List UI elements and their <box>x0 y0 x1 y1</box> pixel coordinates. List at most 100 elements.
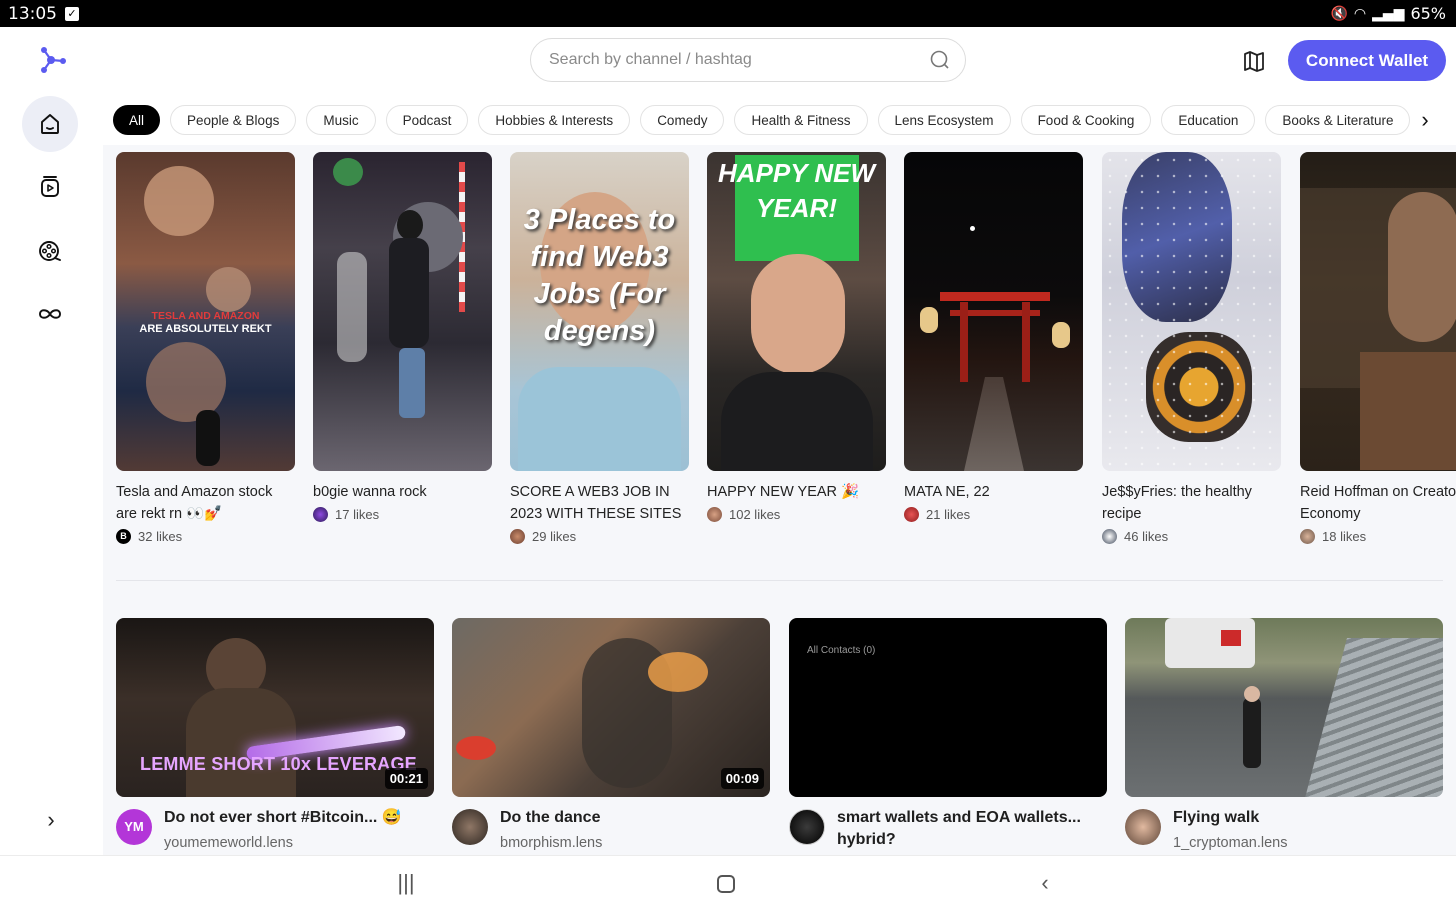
category-chip[interactable]: Health & Fitness <box>734 105 868 135</box>
short-title[interactable]: SCORE A WEB3 JOB IN 2023 WITH THESE SITE… <box>510 481 689 525</box>
category-chip[interactable]: Comedy <box>640 105 725 135</box>
status-bar: 13:05 ✓ 🔇 ◠ ▂▄▆ 65% <box>0 0 1456 27</box>
short-card[interactable]: Reid Hoffman on Creator Economy 18 likes <box>1300 152 1456 544</box>
sidebar-item-home[interactable] <box>22 96 78 152</box>
short-likes: 102 likes <box>729 507 781 522</box>
channel-avatar[interactable] <box>1125 809 1161 845</box>
sidebar: › <box>0 95 103 855</box>
short-meta: 21 likes <box>904 507 1083 522</box>
user-avatar[interactable] <box>313 507 328 522</box>
recent-apps-icon[interactable]: ||| <box>391 871 421 895</box>
category-chip[interactable]: Lens Ecosystem <box>877 105 1011 135</box>
sidebar-item-explore[interactable] <box>22 223 78 279</box>
short-card[interactable]: b0gie wanna rock 17 likes <box>313 152 492 522</box>
category-chip[interactable]: People & Blogs <box>170 105 297 135</box>
short-title[interactable]: Je$$yFries: the healthy recipe <box>1102 481 1281 525</box>
video-overlay-text: All Contacts (0) <box>807 645 876 656</box>
app-logo-icon[interactable] <box>36 44 68 76</box>
short-card[interactable]: HAPPY NEW YEAR! HAPPY NEW YEAR 🎉 102 lik… <box>707 152 886 522</box>
video-icon <box>41 176 59 197</box>
channel-avatar[interactable] <box>789 809 825 845</box>
user-avatar[interactable] <box>707 507 722 522</box>
category-next-chevron-icon[interactable]: › <box>1410 108 1440 134</box>
short-meta: 18 likes <box>1300 529 1456 544</box>
section-divider <box>116 580 1443 581</box>
video-card[interactable]: All Contacts (0) smart wallets and EOA w… <box>789 618 1107 851</box>
system-nav-bar: ||| ‹ <box>0 855 1456 910</box>
short-meta: 46 likes <box>1102 529 1281 544</box>
short-card[interactable]: TESLA AND AMAZON ARE ABSOLUTELY REKT Tes… <box>116 152 295 544</box>
status-time: 13:05 <box>8 3 57 24</box>
channel-avatar[interactable] <box>452 809 488 845</box>
search-bar[interactable] <box>530 38 966 82</box>
short-likes: 29 likes <box>532 529 577 544</box>
category-chip[interactable]: Podcast <box>385 105 469 135</box>
video-card[interactable]: LEMME SHORT 10x LEVERAGE 00:21 YM Do not… <box>116 618 434 851</box>
short-title[interactable]: HAPPY NEW YEAR 🎉 <box>707 481 886 503</box>
short-thumbnail[interactable]: TESLA AND AMAZON ARE ABSOLUTELY REKT <box>116 152 295 471</box>
short-title[interactable]: Tesla and Amazon stock are rekt rn 👀💅 <box>116 481 295 525</box>
short-likes: 46 likes <box>1124 529 1169 544</box>
short-thumbnail[interactable] <box>904 152 1083 471</box>
category-chip[interactable]: Hobbies & Interests <box>478 105 631 135</box>
short-meta: 29 likes <box>510 529 689 544</box>
short-likes: 18 likes <box>1322 529 1367 544</box>
short-thumbnail[interactable]: HAPPY NEW YEAR! <box>707 152 886 471</box>
video-thumbnail[interactable]: LEMME SHORT 10x LEVERAGE 00:21 <box>116 618 434 797</box>
video-card[interactable]: Flying walk 1_cryptoman.lens <box>1125 618 1443 851</box>
video-card[interactable]: 00:09 Do the dance bmorphism.lens <box>452 618 770 851</box>
short-card[interactable]: MATA NE, 22 21 likes <box>904 152 1083 522</box>
short-thumbnail[interactable]: 3 Places to find Web3 Jobs (For degens) <box>510 152 689 471</box>
search-input[interactable] <box>549 51 929 69</box>
sidebar-expand-chevron-icon[interactable]: › <box>38 807 64 833</box>
user-avatar[interactable] <box>510 529 525 544</box>
video-channel[interactable]: bmorphism.lens <box>500 835 602 851</box>
channel-avatar[interactable]: YM <box>116 809 152 845</box>
video-thumbnail[interactable] <box>1125 618 1443 797</box>
video-overlay-text: LEMME SHORT 10x LEVERAGE <box>140 754 417 774</box>
mute-icon: 🔇 <box>1330 5 1348 22</box>
video-title[interactable]: smart wallets and EOA wallets... hybrid? <box>837 807 1087 851</box>
sidebar-item-lens[interactable] <box>22 286 78 342</box>
video-info: Flying walk 1_cryptoman.lens <box>1125 807 1443 851</box>
video-title[interactable]: Flying walk <box>1173 807 1287 829</box>
short-title[interactable]: MATA NE, 22 <box>904 481 1083 503</box>
video-title[interactable]: Do not ever short #Bitcoin... 😅 <box>164 807 402 829</box>
video-channel[interactable]: youmemeworld.lens <box>164 835 402 851</box>
map-icon[interactable] <box>1240 49 1268 73</box>
short-meta: 17 likes <box>313 507 492 522</box>
short-meta: 102 likes <box>707 507 886 522</box>
search-icon[interactable] <box>929 49 951 71</box>
short-thumbnail[interactable] <box>1300 152 1456 471</box>
category-chip[interactable]: Education <box>1161 105 1256 135</box>
short-meta: B 32 likes <box>116 529 295 544</box>
short-likes: 17 likes <box>335 507 380 522</box>
category-chip-all[interactable]: All <box>113 105 161 135</box>
sidebar-item-videos[interactable] <box>22 159 78 215</box>
video-info: smart wallets and EOA wallets... hybrid? <box>789 807 1107 851</box>
home-button-icon[interactable] <box>711 871 741 895</box>
short-thumbnail[interactable] <box>313 152 492 471</box>
video-thumbnail[interactable]: 00:09 <box>452 618 770 797</box>
short-title[interactable]: b0gie wanna rock <box>313 481 492 503</box>
short-card[interactable]: Je$$yFries: the healthy recipe 46 likes <box>1102 152 1281 544</box>
video-channel[interactable]: 1_cryptoman.lens <box>1173 835 1287 851</box>
back-icon[interactable]: ‹ <box>1030 871 1060 895</box>
connect-wallet-button[interactable]: Connect Wallet <box>1288 40 1446 81</box>
short-thumbnail[interactable] <box>1102 152 1281 471</box>
short-title[interactable]: Reid Hoffman on Creator Economy <box>1300 481 1456 525</box>
bitcoin-avatar-icon[interactable]: B <box>116 529 131 544</box>
video-info: Do the dance bmorphism.lens <box>452 807 770 851</box>
category-chip[interactable]: Food & Cooking <box>1020 105 1152 135</box>
user-avatar[interactable] <box>904 507 919 522</box>
video-title[interactable]: Do the dance <box>500 807 602 829</box>
main-feed: TESLA AND AMAZON ARE ABSOLUTELY REKT Tes… <box>103 145 1456 855</box>
short-card[interactable]: 3 Places to find Web3 Jobs (For degens) … <box>510 152 689 544</box>
user-avatar[interactable] <box>1102 529 1117 544</box>
short-overlay-text: ARE ABSOLUTELY REKT <box>139 323 272 335</box>
home-icon <box>41 114 59 134</box>
category-chip[interactable]: Books & Literature <box>1265 105 1411 135</box>
video-thumbnail[interactable]: All Contacts (0) <box>789 618 1107 797</box>
user-avatar[interactable] <box>1300 529 1315 544</box>
category-chip[interactable]: Music <box>306 105 376 135</box>
